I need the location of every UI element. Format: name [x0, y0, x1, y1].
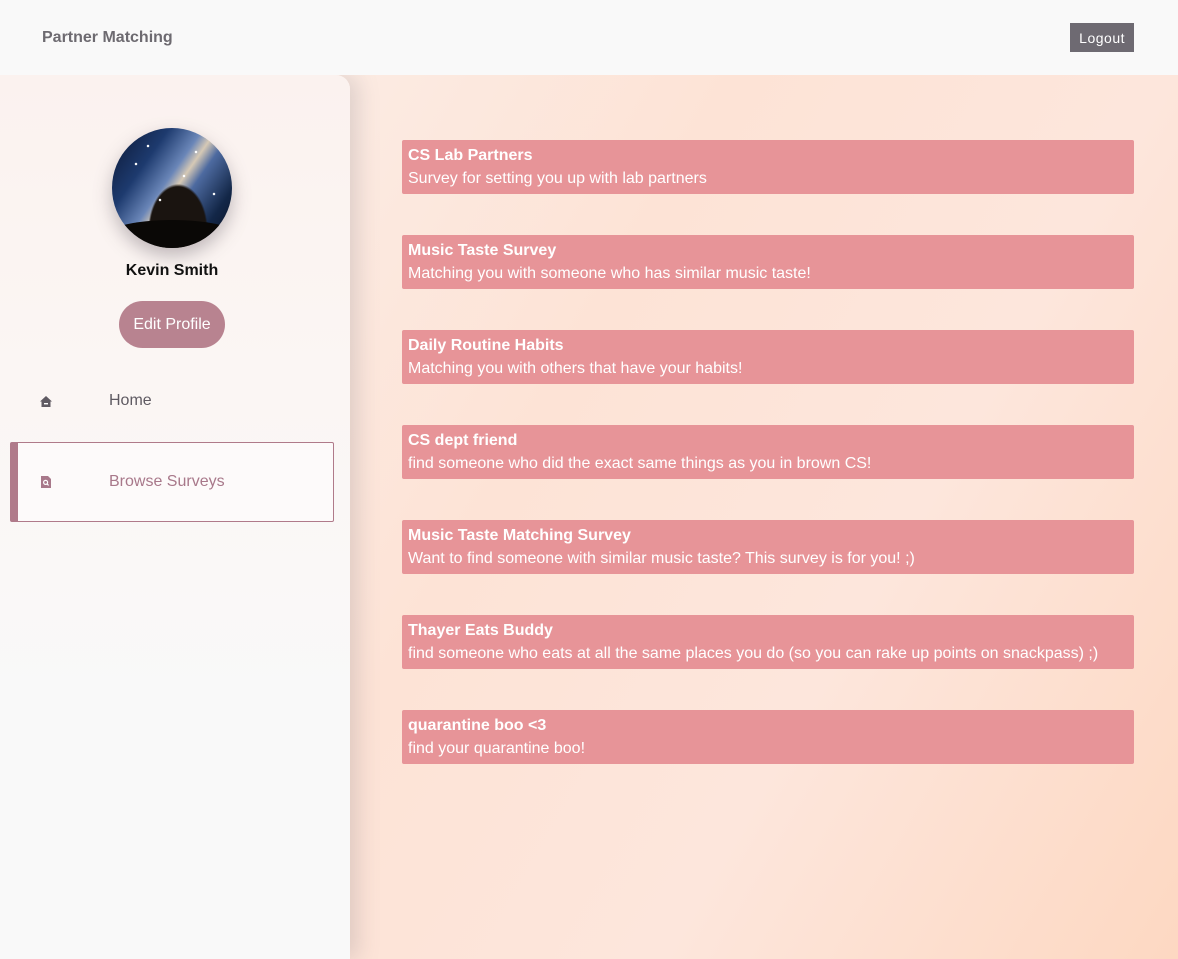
survey-title: Thayer Eats Buddy — [408, 622, 553, 639]
survey-title: CS Lab Partners — [408, 147, 533, 164]
brand-title[interactable]: Partner Matching — [42, 29, 173, 47]
top-navbar: Partner Matching Logout — [0, 0, 1178, 75]
avatar — [112, 128, 232, 248]
survey-card[interactable]: Thayer Eats Buddy find someone who eats … — [402, 615, 1134, 669]
logout-button[interactable]: Logout — [1070, 23, 1134, 52]
survey-description: Want to find someone with similar music … — [408, 550, 915, 567]
survey-description: Matching you with someone who has simila… — [408, 265, 811, 282]
user-name: Kevin Smith — [125, 262, 219, 279]
search-document-icon — [38, 474, 54, 490]
sidebar-item-browse-surveys[interactable]: Browse Surveys — [10, 442, 334, 522]
survey-title: Music Taste Matching Survey — [408, 527, 631, 544]
survey-description: find your quarantine boo! — [408, 740, 586, 757]
sidebar-item-label: Home — [109, 392, 152, 409]
survey-title: quarantine boo <3 — [408, 717, 547, 734]
survey-card[interactable]: CS Lab Partners Survey for setting you u… — [402, 140, 1134, 194]
survey-description: Survey for setting you up with lab partn… — [408, 170, 707, 187]
edit-profile-button[interactable]: Edit Profile — [119, 301, 225, 348]
home-icon — [38, 393, 54, 409]
survey-card[interactable]: CS dept friend find someone who did the … — [402, 425, 1134, 479]
sidebar: Kevin Smith Edit Profile Home Browse Sur… — [0, 75, 350, 959]
survey-card[interactable]: Music Taste Survey Matching you with som… — [402, 235, 1134, 289]
survey-card[interactable]: Daily Routine Habits Matching you with o… — [402, 330, 1134, 384]
survey-card[interactable]: quarantine boo <3 find your quarantine b… — [402, 710, 1134, 764]
survey-description: find someone who did the exact same thin… — [408, 455, 872, 472]
survey-title: CS dept friend — [408, 432, 518, 449]
avatar-horizon — [112, 220, 232, 248]
survey-list: CS Lab Partners Survey for setting you u… — [402, 140, 1134, 805]
survey-description: find someone who eats at all the same pl… — [408, 645, 1099, 662]
survey-description: Matching you with others that have your … — [408, 360, 743, 377]
survey-card[interactable]: Music Taste Matching Survey Want to find… — [402, 520, 1134, 574]
sidebar-item-home[interactable]: Home — [10, 361, 334, 441]
sidebar-item-label: Browse Surveys — [109, 473, 225, 490]
survey-title: Daily Routine Habits — [408, 337, 564, 354]
survey-title: Music Taste Survey — [408, 242, 557, 259]
